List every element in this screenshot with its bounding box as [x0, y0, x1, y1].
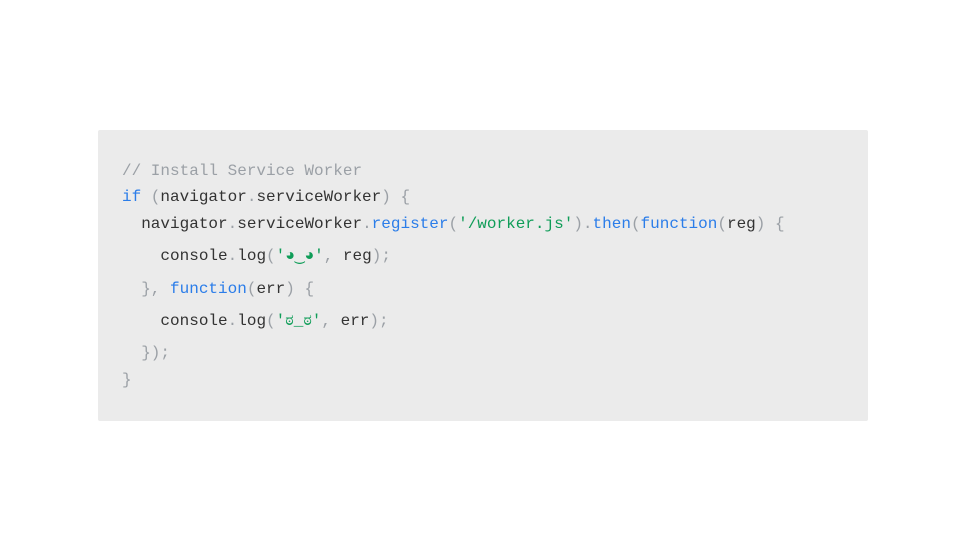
- string-literal: '◕‿◕': [276, 247, 324, 265]
- open-paren: (: [247, 280, 257, 298]
- identifier: navigator: [141, 215, 227, 233]
- code-line-1: // Install Service Worker: [122, 158, 844, 184]
- code-line-3: navigator.serviceWorker.register('/worke…: [122, 211, 844, 237]
- code-line-6: console.log('ಠ_ಠ', err);: [122, 308, 844, 334]
- dot: .: [362, 215, 372, 233]
- open-paren: (: [266, 312, 276, 330]
- code-line-7: });: [122, 340, 844, 366]
- close-paren-brace: ) {: [756, 215, 785, 233]
- identifier: err: [341, 312, 370, 330]
- open-paren: (: [717, 215, 727, 233]
- identifier: console: [160, 312, 227, 330]
- dot: .: [583, 215, 593, 233]
- open-paren: (: [141, 188, 160, 206]
- close-brace-paren-semi: });: [141, 344, 170, 362]
- code-line-8: }: [122, 367, 844, 393]
- close-paren-semi: );: [369, 312, 388, 330]
- identifier: serviceWorker: [237, 215, 362, 233]
- identifier: console: [160, 247, 227, 265]
- close-paren-brace: ) {: [381, 188, 410, 206]
- open-paren: (: [448, 215, 458, 233]
- string-literal: '/worker.js': [458, 215, 573, 233]
- open-paren: (: [631, 215, 641, 233]
- indent: [122, 344, 141, 362]
- close-paren-semi: );: [372, 247, 391, 265]
- keyword-if: if: [122, 188, 141, 206]
- code-line-2: if (navigator.serviceWorker) {: [122, 184, 844, 210]
- method-register: register: [372, 215, 449, 233]
- open-paren: (: [266, 247, 276, 265]
- comma: ,: [321, 312, 340, 330]
- identifier: reg: [727, 215, 756, 233]
- dot: .: [228, 215, 238, 233]
- close-brace-comma: },: [141, 280, 170, 298]
- code-block: // Install Service Worker if (navigator.…: [98, 130, 868, 421]
- identifier: serviceWorker: [256, 188, 381, 206]
- close-paren: ): [573, 215, 583, 233]
- dot: .: [247, 188, 257, 206]
- close-paren-brace: ) {: [285, 280, 314, 298]
- identifier: navigator: [160, 188, 246, 206]
- keyword-function: function: [170, 280, 247, 298]
- dot: .: [228, 247, 238, 265]
- string-literal: 'ಠ_ಠ': [276, 312, 322, 330]
- comma: ,: [324, 247, 343, 265]
- code-line-5: }, function(err) {: [122, 276, 844, 302]
- code-line-4: console.log('◕‿◕', reg);: [122, 243, 844, 269]
- indent: [122, 312, 160, 330]
- dot: .: [228, 312, 238, 330]
- code-comment: // Install Service Worker: [122, 162, 362, 180]
- close-brace: }: [122, 371, 132, 389]
- indent: [122, 247, 160, 265]
- identifier: log: [237, 312, 266, 330]
- identifier: err: [256, 280, 285, 298]
- method-then: then: [593, 215, 631, 233]
- identifier: reg: [343, 247, 372, 265]
- keyword-function: function: [641, 215, 718, 233]
- identifier: log: [237, 247, 266, 265]
- indent: [122, 215, 141, 233]
- indent: [122, 280, 141, 298]
